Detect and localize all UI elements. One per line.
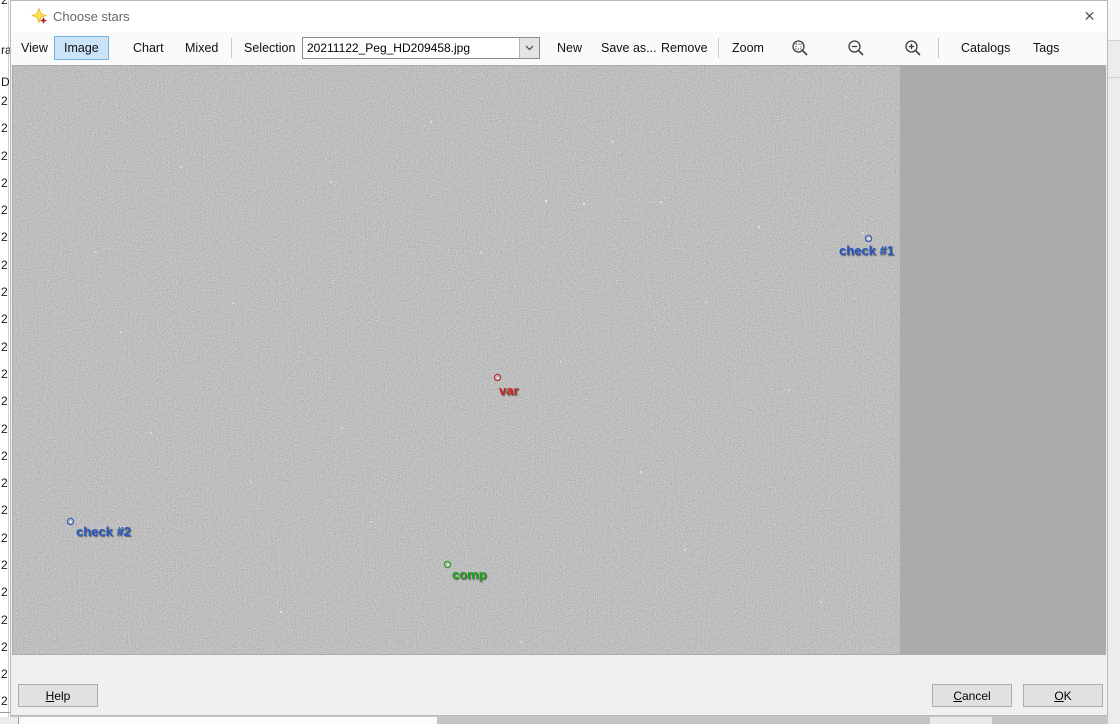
background-left-column: 2raD22222222222222222222222 bbox=[0, 0, 10, 724]
selection-label: Selection bbox=[244, 41, 295, 55]
background-text: 2 bbox=[1, 177, 8, 189]
background-text: 2 bbox=[1, 231, 8, 243]
background-bottom-strip bbox=[0, 717, 19, 724]
background-text: 2 bbox=[1, 641, 8, 653]
save-as-button[interactable]: Save as... bbox=[601, 41, 657, 55]
background-text: 2 bbox=[1, 0, 8, 6]
remove-button[interactable]: Remove bbox=[661, 41, 708, 55]
background-text: 2 bbox=[1, 122, 8, 134]
background-text: 2 bbox=[1, 586, 8, 598]
background-text: 2 bbox=[1, 695, 8, 707]
background-text: 2 bbox=[1, 150, 8, 162]
background-text: 2 bbox=[1, 450, 8, 462]
comp-star-marker[interactable] bbox=[444, 561, 451, 568]
selection-combobox[interactable]: 20211122_Peg_HD209458.jpg bbox=[302, 37, 540, 59]
background-text: 2 bbox=[1, 668, 8, 680]
toolbar-separator bbox=[718, 38, 719, 58]
background-text: 2 bbox=[1, 395, 8, 407]
background-text: 2 bbox=[1, 286, 8, 298]
view-label: View bbox=[21, 41, 48, 55]
help-button[interactable]: Help bbox=[18, 684, 98, 707]
toolbar-separator bbox=[231, 38, 232, 58]
cancel-button[interactable]: Cancel bbox=[932, 684, 1012, 707]
var-star-marker[interactable] bbox=[494, 374, 501, 381]
new-button[interactable]: New bbox=[557, 41, 582, 55]
zoom-in-icon[interactable] bbox=[904, 39, 922, 57]
background-right-strip bbox=[1108, 0, 1120, 724]
background-bottom-strip bbox=[19, 717, 437, 724]
background-text: 2 bbox=[1, 368, 8, 380]
background-bottom-strip bbox=[1108, 717, 1120, 724]
background-text: 2 bbox=[1, 504, 8, 516]
background-text: 2 bbox=[1, 204, 8, 216]
selection-value: 20211122_Peg_HD209458.jpg bbox=[307, 41, 470, 55]
background-bottom-strip bbox=[437, 717, 930, 724]
title-bar: Choose stars ✕ bbox=[11, 1, 1107, 32]
toolbar: View Image Chart Mixed Selection 2021112… bbox=[11, 32, 1107, 65]
ok-button[interactable]: OK bbox=[1023, 684, 1103, 707]
choose-stars-icon bbox=[31, 8, 48, 25]
background-text: 2 bbox=[1, 341, 8, 353]
catalogs-button[interactable]: Catalogs bbox=[961, 41, 1010, 55]
zoom-out-icon[interactable] bbox=[847, 39, 865, 57]
background-text: 2 bbox=[1, 95, 8, 107]
background-gridline bbox=[8, 0, 9, 724]
chevron-down-icon[interactable] bbox=[519, 38, 539, 58]
background-text: 2 bbox=[1, 259, 8, 271]
background-text: 2 bbox=[1, 559, 8, 571]
tags-button[interactable]: Tags bbox=[1033, 41, 1059, 55]
background-text: 2 bbox=[1, 614, 8, 626]
choose-stars-dialog: Choose stars ✕ View Image Chart Mixed Se… bbox=[10, 0, 1108, 716]
image-viewer[interactable] bbox=[12, 64, 1106, 655]
background-window-edge bbox=[0, 712, 10, 713]
screen: { "window": { "title": "Choose stars", "… bbox=[0, 0, 1120, 724]
check-2-star-marker[interactable] bbox=[67, 518, 74, 525]
tab-image[interactable]: Image bbox=[54, 36, 109, 60]
background-text: 2 bbox=[1, 532, 8, 544]
tab-mixed[interactable]: Mixed bbox=[175, 36, 228, 60]
window-title: Choose stars bbox=[53, 9, 130, 24]
background-text: 2 bbox=[1, 313, 8, 325]
background-text: 2 bbox=[1, 423, 8, 435]
background-text: 2 bbox=[1, 477, 8, 489]
background-bottom-strip bbox=[992, 717, 1108, 724]
background-text: D bbox=[1, 76, 10, 88]
zoom-label: Zoom bbox=[732, 41, 764, 55]
zoom-region-icon[interactable] bbox=[791, 39, 809, 57]
tab-chart[interactable]: Chart bbox=[123, 36, 174, 60]
background-bottom-strip bbox=[930, 717, 992, 724]
star-field-image[interactable] bbox=[13, 66, 900, 654]
check-1-star-marker[interactable] bbox=[865, 235, 872, 242]
toolbar-separator bbox=[938, 38, 939, 58]
close-icon[interactable]: ✕ bbox=[1073, 1, 1106, 31]
